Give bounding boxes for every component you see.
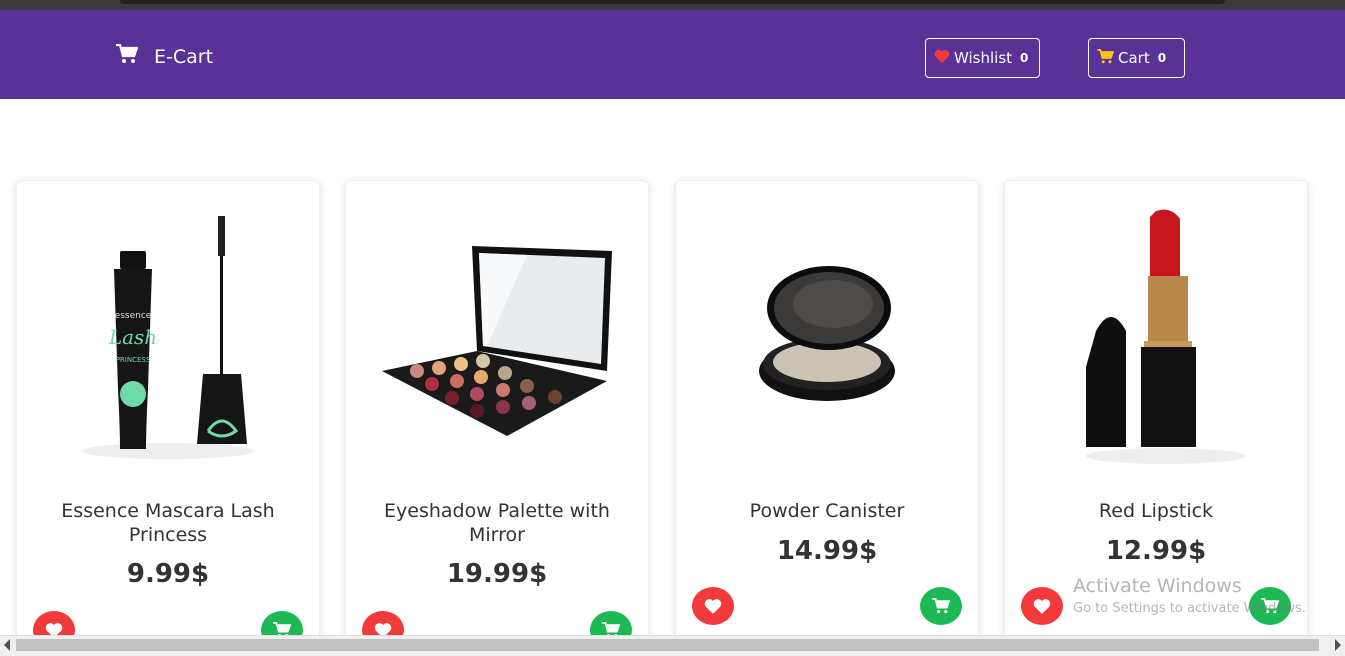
product-title: Powder Canister xyxy=(749,500,905,522)
add-to-cart-button[interactable] xyxy=(920,587,962,625)
brand-name: E-Cart xyxy=(154,45,214,68)
wishlist-button[interactable]: Wishlist 0 xyxy=(925,38,1040,78)
product-image-powder-canister xyxy=(676,201,978,471)
watermark-subtitle: Go to Settings to activate Windows. xyxy=(1073,601,1306,616)
heart-icon xyxy=(934,49,954,67)
cart-count: 0 xyxy=(1157,51,1167,65)
wishlist-count: 0 xyxy=(1020,51,1029,65)
product-card: Eyeshadow Palette with Mirror 19.99$ xyxy=(345,180,649,650)
svg-text:PRINCESS: PRINCESS xyxy=(116,356,151,364)
brand-logo[interactable]: E-Cart xyxy=(116,43,214,69)
product-title: Red Lipstick xyxy=(1098,500,1214,522)
svg-text:Lash: Lash xyxy=(108,325,157,349)
product-title: Essence Mascara Lash Princess xyxy=(61,500,275,546)
navbar: E-Cart Wishlist 0 Cart 0 xyxy=(0,10,1345,99)
product-price: 9.99$ xyxy=(126,559,210,589)
product-price: 12.99$ xyxy=(1105,536,1207,566)
scroll-left-arrow-icon[interactable] xyxy=(4,639,10,651)
shopping-cart-icon xyxy=(116,43,154,69)
browser-top-strip xyxy=(0,0,1345,10)
scroll-right-arrow-icon[interactable] xyxy=(1335,639,1341,651)
heart-icon xyxy=(1033,599,1051,614)
product-image-eyeshadow-palette xyxy=(346,201,648,471)
product-card: Powder Canister 14.99$ xyxy=(675,180,979,650)
cart-button[interactable]: Cart 0 xyxy=(1088,38,1185,78)
product-card: essence Lash PRINCESS Essence Mascara La… xyxy=(16,180,320,650)
heart-icon xyxy=(704,599,722,614)
windows-activation-watermark: Activate Windows Go to Settings to activ… xyxy=(1073,575,1306,616)
shopping-cart-icon xyxy=(932,598,950,614)
shopping-cart-icon xyxy=(1097,48,1118,68)
svg-text:essence: essence xyxy=(115,311,152,321)
product-title: Eyeshadow Palette with Mirror xyxy=(384,500,610,546)
scrollbar-thumb[interactable] xyxy=(16,639,1319,651)
wishlist-label: Wishlist xyxy=(954,49,1013,67)
cart-label: Cart xyxy=(1118,49,1150,67)
product-image-mascara: essence Lash PRINCESS xyxy=(17,201,319,471)
add-to-wishlist-button[interactable] xyxy=(692,587,734,625)
add-to-wishlist-button[interactable] xyxy=(1021,587,1063,625)
product-price: 19.99$ xyxy=(446,559,548,589)
browser-bar xyxy=(120,0,1225,4)
product-price: 14.99$ xyxy=(776,536,878,566)
watermark-title: Activate Windows xyxy=(1073,575,1242,597)
horizontal-scrollbar[interactable] xyxy=(0,635,1345,656)
product-image-red-lipstick xyxy=(1005,201,1307,471)
